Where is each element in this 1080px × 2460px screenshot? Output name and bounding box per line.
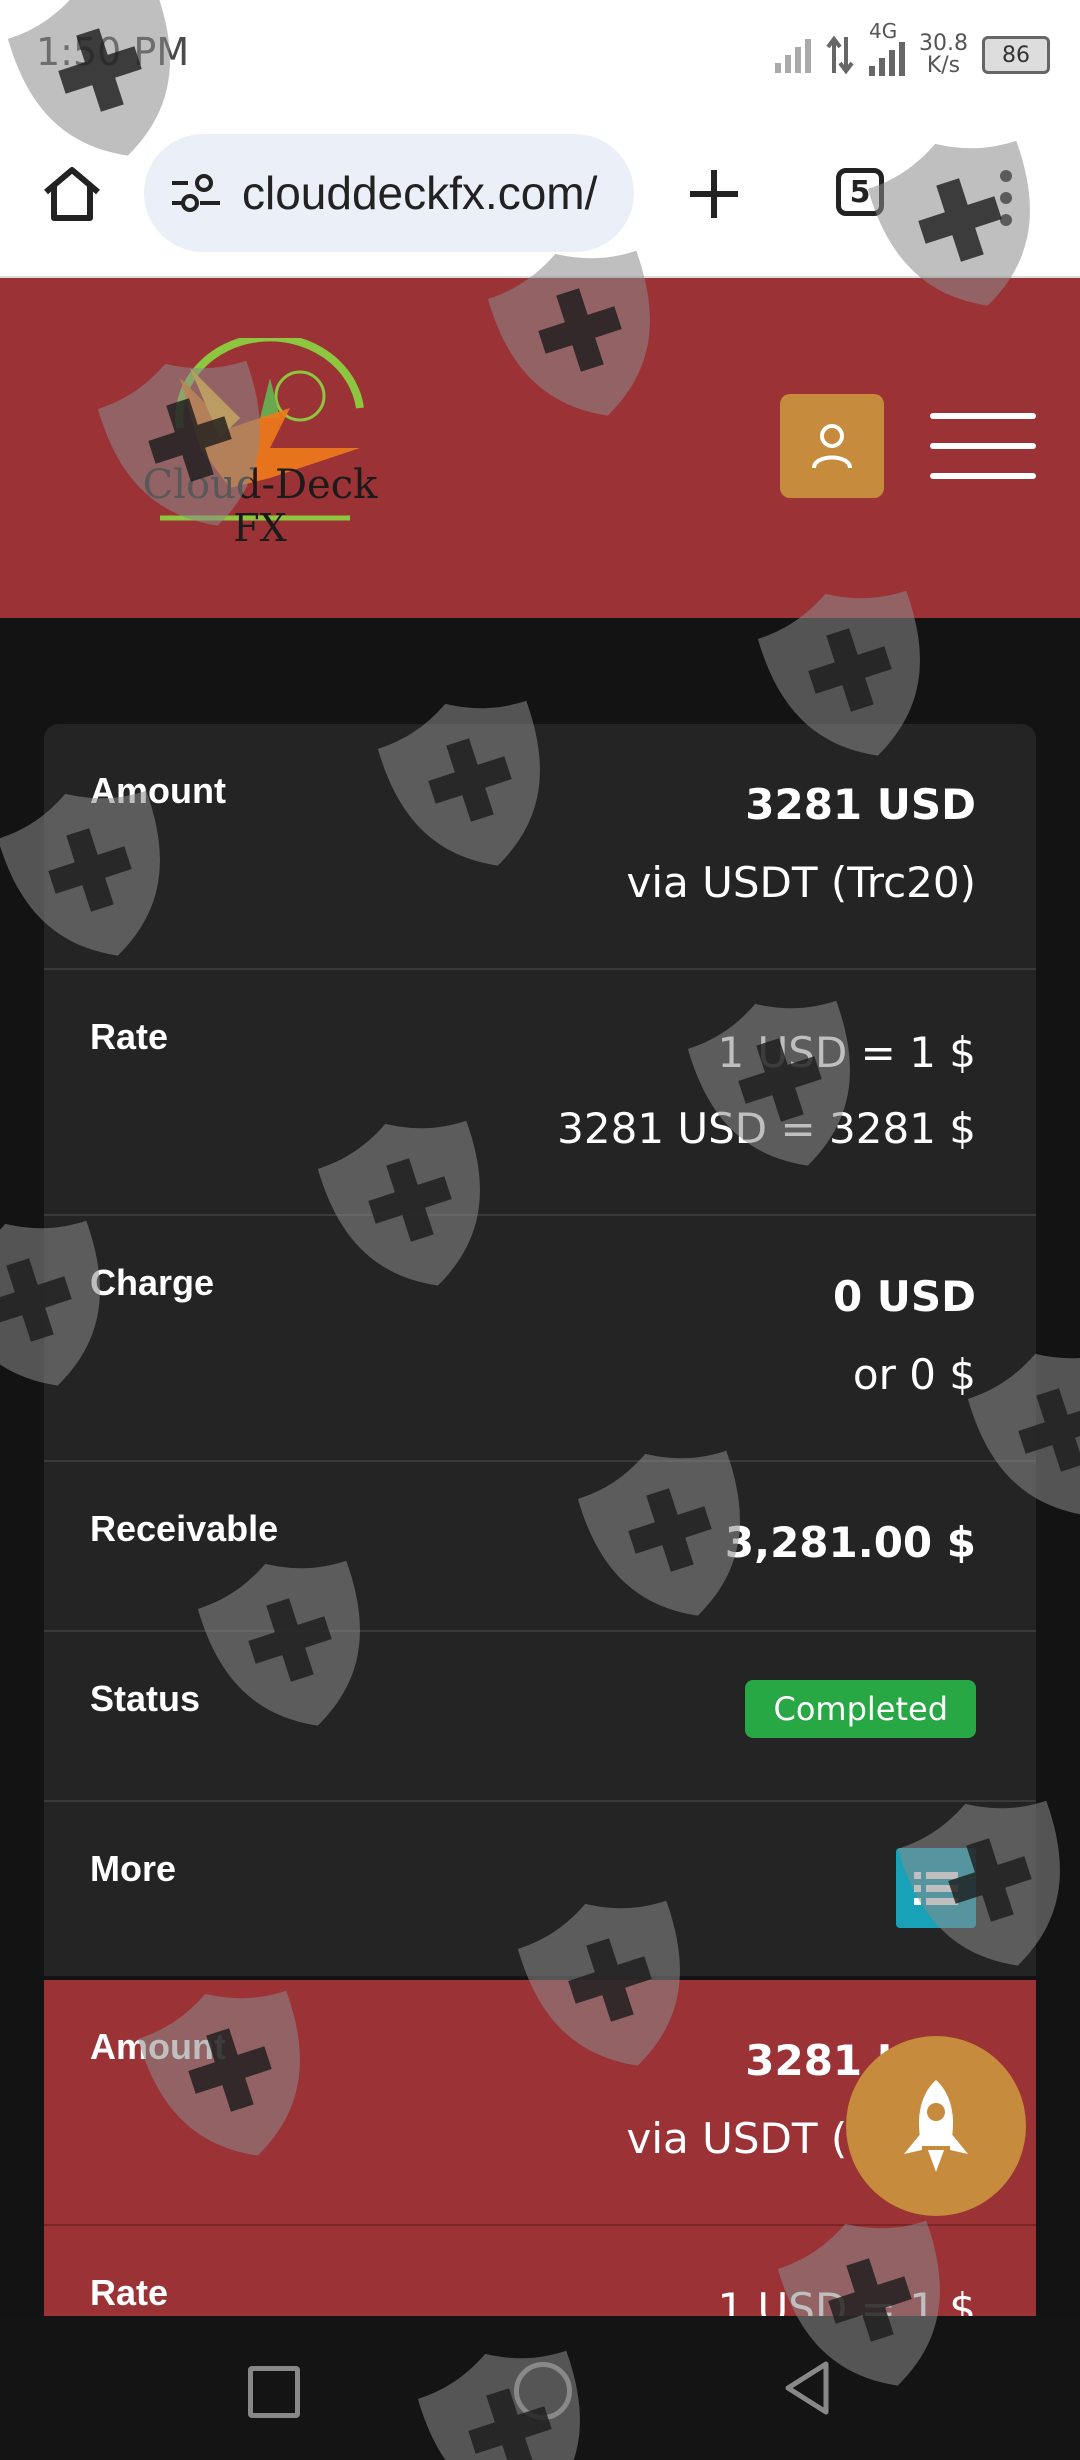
charge-value: 0 USD (832, 1272, 976, 1321)
rate-label: Rate (90, 1016, 169, 1057)
data-transfer-icon (826, 35, 854, 75)
recents-icon[interactable] (248, 2366, 300, 2418)
more-options-icon[interactable] (998, 168, 1014, 228)
rate-line-1: 1 USD = 1 $ (717, 1028, 976, 1077)
rocket-icon (904, 2080, 968, 2172)
hamburger-icon[interactable] (930, 413, 1036, 479)
amount-value: 3281 USD (745, 780, 976, 829)
network-speed: 30.8 K/s (919, 31, 968, 78)
user-button[interactable] (780, 394, 884, 498)
status-bar: 1:50 PM 4G 30.8 K/s 86 (0, 0, 1080, 110)
more-label: More (90, 1848, 177, 1889)
amount-label: Amount (90, 770, 226, 811)
amount-row: Amount 3281 USD via USDT (Trc20) (44, 724, 1036, 970)
signal-icon-2 (869, 40, 906, 76)
rate-label-2: Rate (90, 2272, 169, 2313)
receivable-row: Receivable 3,281.00 $ (44, 1462, 1036, 1632)
charge-label: Charge (90, 1262, 215, 1303)
address-bar[interactable]: clouddeckfx.com/ (144, 134, 634, 252)
status-icons: 4G 30.8 K/s 86 (775, 20, 1050, 80)
signal-icon (775, 37, 812, 73)
status-badge: Completed (745, 1680, 976, 1738)
home-icon[interactable] (40, 162, 104, 226)
receivable-value: 3,281.00 $ (724, 1518, 976, 1567)
site-header: Cloud-Deck FX (0, 278, 1080, 618)
receivable-label: Receivable (90, 1508, 279, 1549)
status-label: Status (90, 1678, 201, 1719)
charge-alt: or 0 $ (852, 1350, 976, 1399)
more-details-button[interactable] (896, 1848, 976, 1928)
battery-icon: 86 (982, 36, 1050, 74)
logo-text-1: Cloud-Deck (143, 462, 379, 508)
transaction-card: Amount 3281 USD via USDT (Trc20) Rate 1 … (44, 724, 1036, 1976)
network-type: 4G (869, 19, 898, 43)
back-icon[interactable] (784, 2360, 830, 2416)
charge-row: Charge 0 USD or 0 $ (44, 1216, 1036, 1462)
logo-text-2: FX (233, 506, 286, 550)
url-text[interactable]: clouddeckfx.com/ (242, 166, 622, 220)
scroll-top-button[interactable] (846, 2036, 1026, 2216)
site-logo[interactable]: Cloud-Deck FX (120, 338, 400, 558)
system-nav-bar (0, 2316, 1080, 2460)
rate-line-2: 3281 USD = 3281 $ (557, 1104, 976, 1153)
status-row: Status Completed (44, 1632, 1036, 1802)
amount-method: via USDT (Trc20) (626, 858, 977, 907)
tab-switcher-button[interactable]: 5 (836, 168, 884, 216)
rate-row-2: Rate 1 USD = 1 $ (44, 2226, 1036, 2316)
rate-line-1-2: 1 USD = 1 $ (717, 2284, 976, 2316)
browser-toolbar: clouddeckfx.com/ 5 (0, 110, 1080, 278)
amount-label-2: Amount (90, 2026, 226, 2067)
more-row: More (44, 1802, 1036, 1976)
list-icon (914, 1872, 958, 1905)
user-icon (812, 424, 852, 469)
rate-row: Rate 1 USD = 1 $ 3281 USD = 3281 $ (44, 970, 1036, 1216)
plus-icon[interactable] (686, 166, 742, 222)
home-nav-icon[interactable] (514, 2362, 572, 2420)
tune-icon[interactable] (168, 173, 224, 213)
status-time: 1:50 PM (36, 30, 190, 74)
